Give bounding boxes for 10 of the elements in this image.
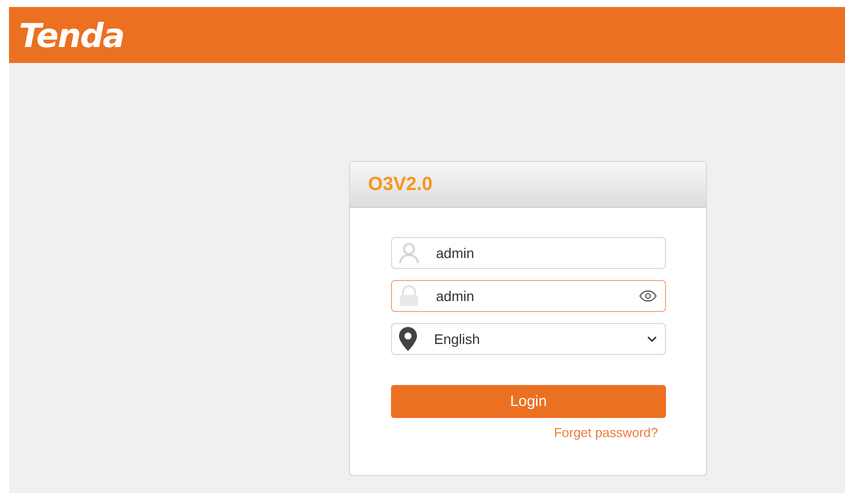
user-icon <box>398 242 420 264</box>
eye-icon[interactable] <box>639 290 657 302</box>
username-field[interactable]: admin <box>391 237 666 269</box>
location-pin-icon <box>398 327 418 351</box>
language-select[interactable]: English <box>391 323 666 355</box>
password-field[interactable]: admin <box>391 280 666 312</box>
chevron-down-icon <box>647 336 657 342</box>
logo: Tenda <box>19 16 124 54</box>
card-title: O3V2.0 <box>368 174 432 196</box>
lock-icon <box>398 285 420 307</box>
